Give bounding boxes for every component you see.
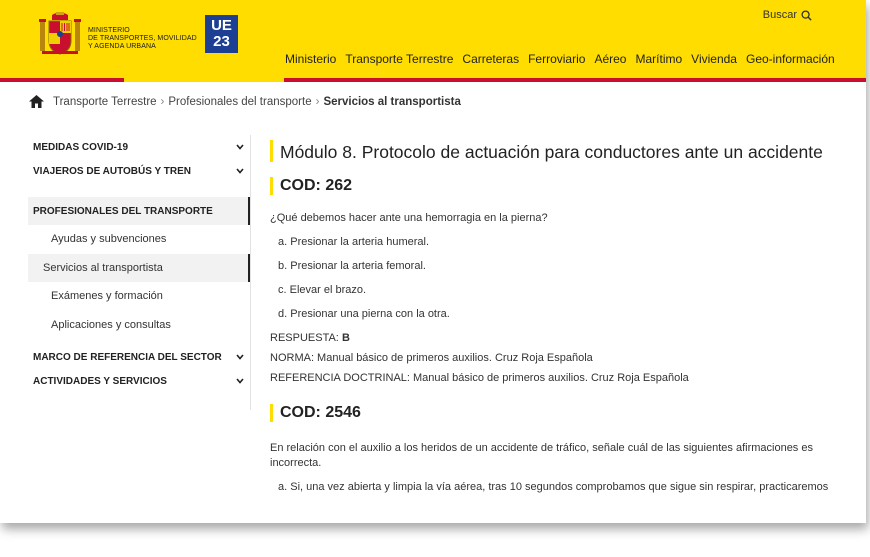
sidebar-item-marco[interactable]: Marco de referencia del sector [28,345,250,369]
sidebar-item-profesionales[interactable]: Profesionales del transporte [28,197,250,225]
sidebar-subitem-ayudas[interactable]: Ayudas y subvenciones [28,225,250,254]
nav-item-ferroviario[interactable]: Ferroviario [528,52,585,66]
page-title: Módulo 8. Protocolo de actuación para co… [270,140,830,162]
question-code: COD: 262 [270,177,830,195]
accent-segment [284,78,866,82]
sidebar-item-actividades[interactable]: Actividades y servicios [28,369,250,393]
answer-option: a. Presionar la arteria humeral. [278,236,430,248]
site-header: Ministerio de Transportes, Movilidad y A… [0,0,866,78]
referencia-line: REFERENCIA DOCTRINAL: Manual básico de p… [270,372,689,384]
chevron-down-icon [236,144,244,150]
search-label: Buscar [762,9,797,21]
question-code: COD: 2546 [270,404,830,422]
coat-of-arms-icon [39,12,81,55]
sidebar-subitem-examenes[interactable]: Exámenes y formación [28,282,250,311]
nav-item-geo-informacion[interactable]: Geo-información [746,52,835,66]
breadcrumb: Transporte Terrestre › Profesionales del… [28,94,461,109]
nav-item-carreteras[interactable]: Carreteras [462,52,519,66]
answer-line: RESPUESTA: B [270,332,350,344]
answer-option: b. Presionar la arteria femoral. [278,260,426,272]
breadcrumb-separator: › [315,95,320,108]
answer-option: d. Presionar una pierna con la otra. [278,308,450,320]
breadcrumb-item[interactable]: Profesionales del transporte [168,96,311,108]
chevron-down-icon [236,354,244,360]
nav-item-ministerio[interactable]: Ministerio [285,52,336,66]
nav-item-vivienda[interactable]: Vivienda [691,52,737,66]
header-accent-line [0,78,866,82]
sidebar-subitem-aplicaciones[interactable]: Aplicaciones y consultas [28,311,250,340]
search-button[interactable]: Buscar [763,9,812,21]
question-text: ¿Qué debemos hacer ante una hemorragia e… [270,212,548,224]
answer-option: c. Elevar el brazo. [278,284,367,296]
accent-segment [0,78,124,82]
sidebar-item-viajeros[interactable]: Viajeros de autobús y tren [28,159,250,183]
breadcrumb-separator: › [160,95,165,108]
breadcrumb-current: Servicios al transportista [323,95,461,108]
browser-page: Ministerio de Transportes, Movilidad y A… [0,0,866,523]
search-icon [801,9,812,21]
nav-item-aereo[interactable]: Aéreo [594,52,626,66]
question-text: En relación con el auxilio a los heridos… [270,442,813,469]
sidebar-menu: Medidas COVID-19 Viajeros de autobús y t… [28,135,250,393]
sidebar-item-medidas-covid[interactable]: Medidas COVID-19 [28,135,250,159]
home-icon[interactable] [28,94,45,109]
sidebar-subitem-servicios[interactable]: Servicios al transportista [28,253,250,282]
breadcrumb-item[interactable]: Transporte Terrestre [53,96,157,108]
ue23-badge[interactable]: UE 23 [205,15,238,53]
ministry-name[interactable]: Ministerio de Transportes, Movilidad y A… [88,27,208,51]
main-content: Módulo 8. Protocolo de actuación para co… [270,140,830,495]
chevron-down-icon [236,168,244,174]
sidebar-divider [250,135,251,410]
norma-line: NORMA: Manual básico de primeros auxilio… [270,352,593,364]
main-nav: Ministerio Transporte Terrestre Carreter… [285,52,844,66]
answer-value: B [341,332,350,344]
answer-option: a. Si, una vez abierta y limpia la vía a… [278,481,829,493]
chevron-down-icon [236,378,244,384]
nav-item-maritimo[interactable]: Marítimo [635,52,682,66]
nav-item-transporte-terrestre[interactable]: Transporte Terrestre [345,52,453,66]
